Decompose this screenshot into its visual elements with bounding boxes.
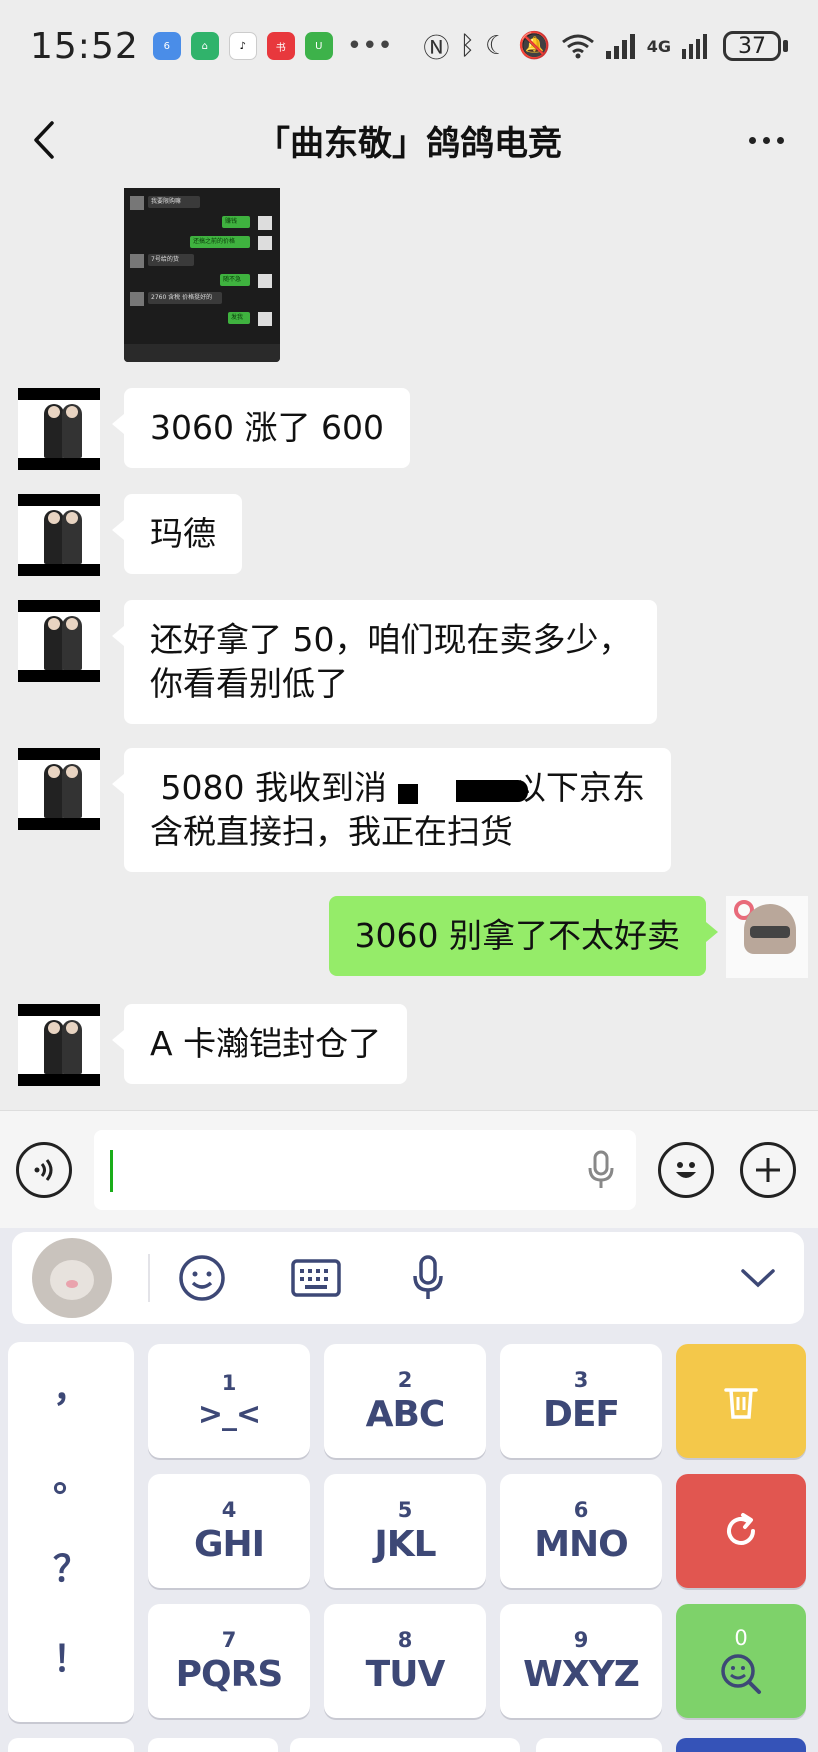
message-bubble[interactable]: A 卡瀚铠封仓了 [111,1004,408,1084]
microphone-icon[interactable] [586,1150,616,1190]
ime-keyboard: ， 。 ？ ！ 1 >_< 2 ABC 3 DEF 4 GHI 5 JKL 6 … [0,1228,818,1752]
text-cursor [110,1150,113,1192]
punctuation-column[interactable]: ， 。 ？ ！ [8,1342,134,1722]
message-list[interactable]: 我要限购嘛 赚钱 还搞之前的价格 7号给的货 随不急 2760 含税 价格挺好的… [0,188,818,1110]
shared-image-text: 赚钱 [222,216,250,228]
chevron-down-icon [741,1269,775,1288]
voice-mode-button[interactable] [16,1142,72,1198]
bottom-key[interactable] [148,1738,278,1752]
trash-icon [724,1388,758,1419]
shared-screenshot-image[interactable]: 我要限购嘛 赚钱 还搞之前的价格 7号给的货 随不急 2760 含税 价格挺好的… [124,188,280,362]
voice-input-button[interactable] [402,1252,454,1304]
tiktok-icon: ♪ [228,32,257,60]
punct-key[interactable]: ？ [8,1540,134,1592]
shared-image-text: 我要限购嘛 [148,196,200,208]
keyboard-toolbar [12,1232,804,1324]
key-3[interactable]: 3 DEF [500,1344,662,1458]
punct-key[interactable]: ！ [8,1630,134,1682]
keyboard-layout-button[interactable] [288,1252,344,1304]
search-smile-icon [721,1654,761,1694]
shared-image-text: 还搞之前的价格 [190,236,250,248]
key-5[interactable]: 5 JKL [324,1474,486,1588]
message-bubble[interactable]: 3060 涨了 600 [112,388,410,468]
message-bubble-outgoing[interactable]: 3060 别拿了不太好卖 [328,896,719,976]
clock: 15:52 [30,25,139,67]
xiaohongshu-icon: 书 [266,32,295,60]
contact-avatar[interactable] [18,388,100,470]
nfc-icon: Ⓝ [423,33,450,64]
redaction-mark [398,784,418,804]
key-9[interactable]: 9 WXYZ [500,1604,662,1718]
refresh-icon [727,1513,755,1545]
mute-bell-icon: 🔕 [518,31,551,61]
emoji-button[interactable] [658,1142,714,1198]
reset-key[interactable] [676,1474,806,1588]
key-6[interactable]: 6 MNO [500,1474,662,1588]
message-input[interactable] [94,1130,636,1210]
keyboard-icon [291,1259,341,1297]
bottom-key[interactable] [536,1738,662,1752]
key-1[interactable]: 1 >_< [148,1344,310,1458]
space-key[interactable] [290,1738,520,1752]
chat-title: 「曲东敬」鸽鸽电竞 [256,123,562,164]
self-avatar[interactable] [726,896,808,978]
punct-key[interactable]: ， [8,1360,134,1412]
search-count: 0 [734,1626,748,1650]
collapse-keyboard-button[interactable] [732,1252,784,1304]
shared-image-text: 发我 [228,312,250,324]
microphone-icon [413,1255,443,1299]
keyboard-avatar[interactable] [32,1238,112,1318]
shared-image-text: 7号给的货 [148,254,194,266]
more-options-button[interactable] [736,118,796,162]
key-4[interactable]: 4 GHI [148,1474,310,1588]
more-functions-button[interactable] [740,1142,796,1198]
network-type-label: 4G [646,36,671,56]
smile-outline-icon [179,1255,225,1301]
more-notifications-icon: ••• [346,31,393,61]
redaction-mark [456,780,528,802]
plus-icon [756,1158,780,1182]
send-key[interactable] [676,1738,806,1752]
voice-wave-icon [34,1159,53,1181]
home-app-icon: ⌂ [190,32,219,60]
smiley-icon [676,1162,696,1178]
signal-icon-2 [682,34,707,59]
contact-avatar[interactable] [18,600,100,682]
dnd-moon-icon: ☾ [485,31,509,61]
key-2[interactable]: 2 ABC [324,1344,486,1458]
wifi-icon [561,34,594,59]
shared-image-text: 2760 含税 价格挺好的 [148,292,222,304]
message-bubble[interactable]: 还好拿了 50，咱们现在卖多少， 你看看别低了 [111,600,658,724]
signal-icon [605,34,635,59]
contact-avatar[interactable] [18,1004,100,1086]
green-app-icon: U [304,32,333,60]
contact-avatar[interactable] [18,748,100,830]
chevron-left-icon [34,121,54,159]
battery-icon: 37 [717,31,788,61]
bluetooth-icon: ᛒ [459,31,476,61]
more-dot-icon [748,136,756,144]
emoji-panel-button[interactable] [176,1252,228,1304]
app-notification-icon: 6 [152,32,181,60]
shared-image-text: 随不急 [220,274,250,286]
search-key[interactable]: 0 [676,1604,806,1718]
key-8[interactable]: 8 TUV [324,1604,486,1718]
key-7[interactable]: 7 PQRS [148,1604,310,1718]
chat-header: 「曲东敬」鸽鸽电竞 [0,92,818,188]
message-bubble[interactable]: 玛德 [112,494,242,574]
contact-avatar[interactable] [18,494,100,576]
battery-level: 37 [723,31,781,61]
input-bar [0,1110,818,1228]
bottom-key[interactable] [8,1738,134,1752]
system-icons: Ⓝ ᛒ ☾ 🔕 4G 37 [423,28,788,65]
back-button[interactable] [22,118,66,162]
status-bar: 15:52 6 ⌂ ♪ 书 U ••• Ⓝ ᛒ ☾ 🔕 4G 37 [0,0,818,92]
punct-key[interactable]: 。 [8,1450,134,1502]
delete-key[interactable] [676,1344,806,1458]
notification-icons: 6 ⌂ ♪ 书 U [152,32,333,60]
